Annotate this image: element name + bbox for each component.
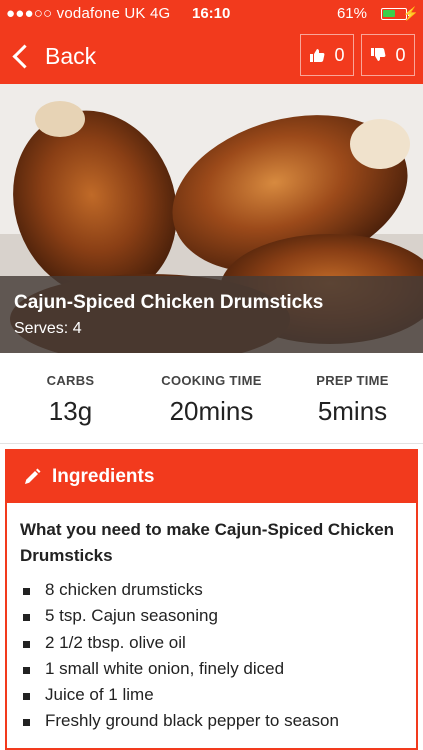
- stat-label: PREP TIME: [316, 373, 389, 388]
- ingredients-intro: What you need to make Cajun-Spiced Chick…: [20, 520, 395, 565]
- ingredient-text: Juice of 1 lime: [45, 685, 154, 705]
- bullet: [23, 640, 30, 648]
- bullet: [23, 693, 30, 701]
- ingredients-list: 8 chicken drumsticks 5 tsp. Cajun season…: [20, 577, 405, 735]
- ingredient-text: Freshly ground black pepper to season: [45, 711, 339, 731]
- battery-percentage: 61%: [336, 5, 367, 22]
- like-button[interactable]: 0: [300, 34, 354, 76]
- list-item: 8 chicken drumsticks: [20, 577, 405, 603]
- list-item: 1 small white onion, finely diced: [20, 656, 405, 682]
- carrier-label: ●●●○○ vodafone UK 4G: [6, 5, 171, 22]
- stat-prep-time: PREP TIME 5mins: [282, 353, 423, 427]
- pencil-icon: [25, 468, 41, 484]
- chevron-left-icon: [12, 43, 37, 69]
- stat-cooking-time: COOKING TIME 20mins: [141, 353, 282, 427]
- bullet: [23, 719, 30, 727]
- top-bar: ●●●○○ vodafone UK 4G 16:10 61% ⚡ Back 0 …: [0, 0, 423, 84]
- recipe-serves: Serves: 4: [14, 320, 82, 337]
- list-item: 5 tsp. Cajun seasoning: [20, 603, 405, 629]
- recipe-caption: Cajun-Spiced Chicken Drumsticks Serves: …: [0, 276, 423, 353]
- bullet: [23, 666, 30, 674]
- stat-carbs: CARBS 13g: [0, 353, 141, 427]
- thumbs-up-icon: [310, 49, 325, 62]
- ingredient-text: 5 tsp. Cajun seasoning: [45, 606, 218, 626]
- ingredients-title: Ingredients: [52, 466, 155, 487]
- stat-value: 13g: [48, 396, 93, 426]
- thumbs-down-icon: [371, 48, 386, 61]
- dislike-button[interactable]: 0: [361, 34, 415, 76]
- stat-value: 20mins: [169, 396, 254, 426]
- ingredient-text: 1 small white onion, finely diced: [45, 658, 285, 678]
- ingredients-header[interactable]: Ingredients: [7, 451, 416, 503]
- recipe-stats: CARBS 13g COOKING TIME 20mins PREP TIME …: [0, 353, 423, 444]
- like-count: 0: [334, 44, 345, 65]
- recipe-title: Cajun-Spiced Chicken Drumsticks: [14, 292, 324, 313]
- bullet: [23, 588, 30, 595]
- charging-icon: ⚡: [402, 6, 419, 21]
- ingredient-text: 8 chicken drumsticks: [45, 580, 203, 599]
- dislike-count: 0: [395, 44, 406, 65]
- back-label: Back: [45, 42, 97, 69]
- stat-value: 5mins: [317, 396, 388, 426]
- list-item: 2 1/2 tbsp. olive oil: [20, 630, 405, 656]
- bullet: [23, 614, 30, 622]
- status-bar: ●●●○○ vodafone UK 4G 16:10 61% ⚡: [0, 0, 423, 28]
- stat-label: COOKING TIME: [161, 373, 262, 388]
- list-item: Juice of 1 lime: [20, 682, 405, 708]
- clock: 16:10: [192, 5, 231, 22]
- stat-label: CARBS: [46, 373, 95, 388]
- list-item: Freshly ground black pepper to season: [20, 708, 405, 734]
- ingredient-text: 2 1/2 tbsp. olive oil: [45, 632, 186, 652]
- ingredients-panel: Ingredients What you need to make Cajun-…: [5, 449, 418, 750]
- back-button[interactable]: Back: [10, 40, 96, 72]
